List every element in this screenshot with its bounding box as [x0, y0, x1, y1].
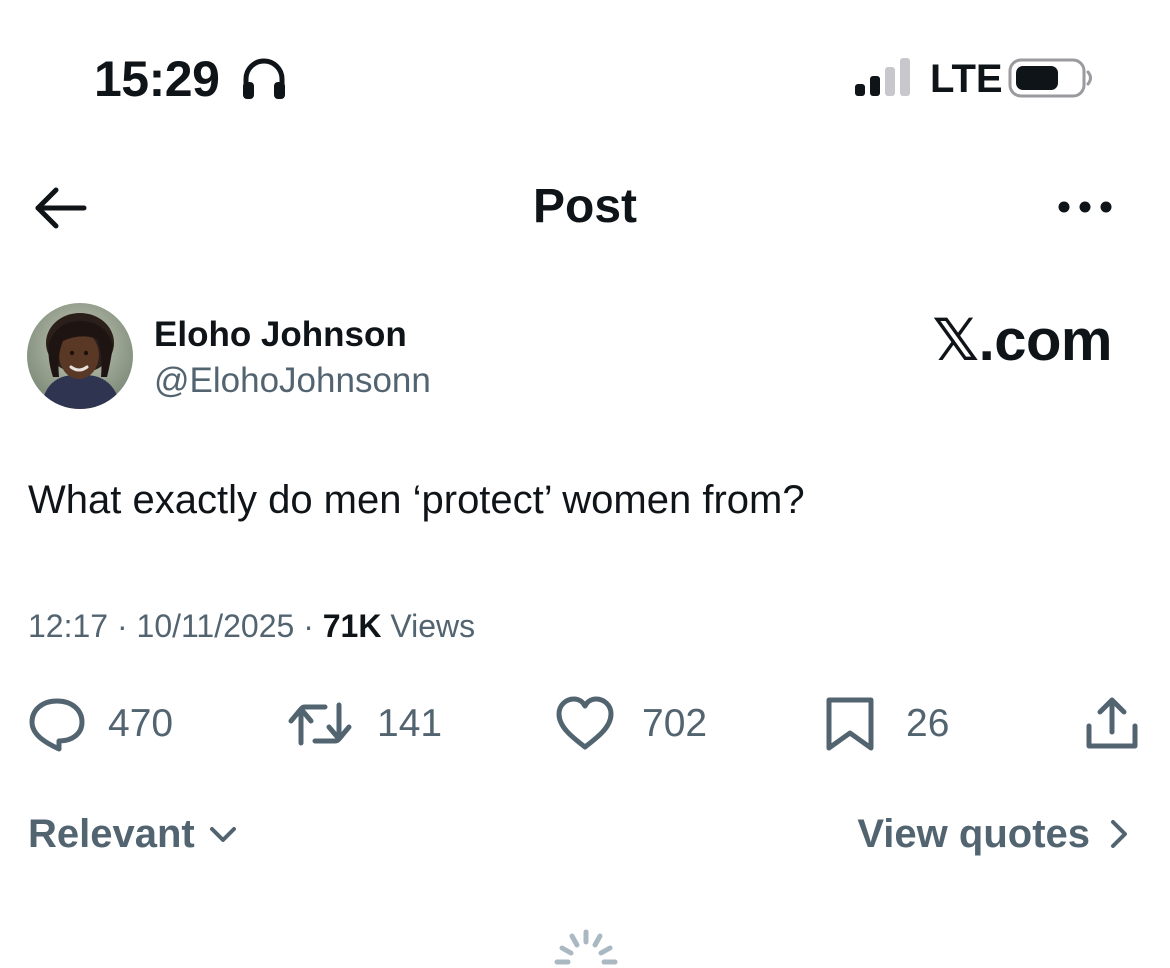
share-icon — [1086, 697, 1138, 749]
more-dots-icon — [1058, 201, 1112, 213]
heart-icon — [556, 696, 614, 750]
bookmark-count: 26 — [906, 702, 950, 745]
like-count: 702 — [642, 702, 708, 745]
reply-button[interactable]: 470 — [28, 694, 173, 754]
reply-count: 470 — [108, 702, 174, 745]
chevron-right-icon — [1111, 820, 1127, 848]
network-type: LTE — [930, 57, 1003, 101]
share-button[interactable] — [1084, 696, 1140, 752]
reply-icon — [29, 698, 85, 752]
author-display-name[interactable]: Eloho Johnson — [154, 314, 407, 356]
view-quotes-label: View quotes — [857, 812, 1090, 856]
views-count[interactable]: 71K — [323, 608, 382, 644]
bookmark-icon — [826, 697, 874, 751]
sort-replies-dropdown[interactable]: Relevant — [28, 810, 239, 858]
views-label[interactable]: Views — [381, 608, 475, 644]
like-button[interactable]: 702 — [554, 694, 707, 754]
meta-separator: · — [294, 608, 323, 644]
bookmark-button[interactable]: 26 — [824, 694, 949, 754]
repost-icon — [288, 702, 352, 746]
post-meta: 12:17 · 10/11/2025 · 71K Views — [28, 606, 475, 646]
post-text: What exactly do men ‘protect’ women from… — [28, 478, 805, 522]
x-com-watermark: 𝕏.com — [932, 308, 1112, 373]
headphones-icon — [243, 58, 285, 99]
post-date[interactable]: 10/11/2025 — [137, 608, 295, 644]
avatar[interactable] — [27, 303, 133, 409]
sort-label: Relevant — [28, 812, 195, 856]
post-time[interactable]: 12:17 — [28, 608, 108, 644]
page-title: Post — [532, 180, 637, 233]
author-handle[interactable]: @ElohoJohnsonn — [154, 360, 431, 402]
repost-button[interactable]: 141 — [287, 694, 442, 754]
battery-icon — [1008, 58, 1092, 98]
view-quotes-link[interactable]: View quotes — [857, 810, 1132, 858]
repost-count: 141 — [377, 702, 443, 745]
meta-separator: · — [108, 608, 137, 644]
cellular-signal-icon — [855, 58, 910, 96]
loading-spinner-icon — [554, 929, 618, 965]
status-time: 15:29 — [94, 51, 220, 107]
chevron-down-icon — [209, 827, 236, 842]
more-options-button[interactable] — [1052, 190, 1118, 224]
